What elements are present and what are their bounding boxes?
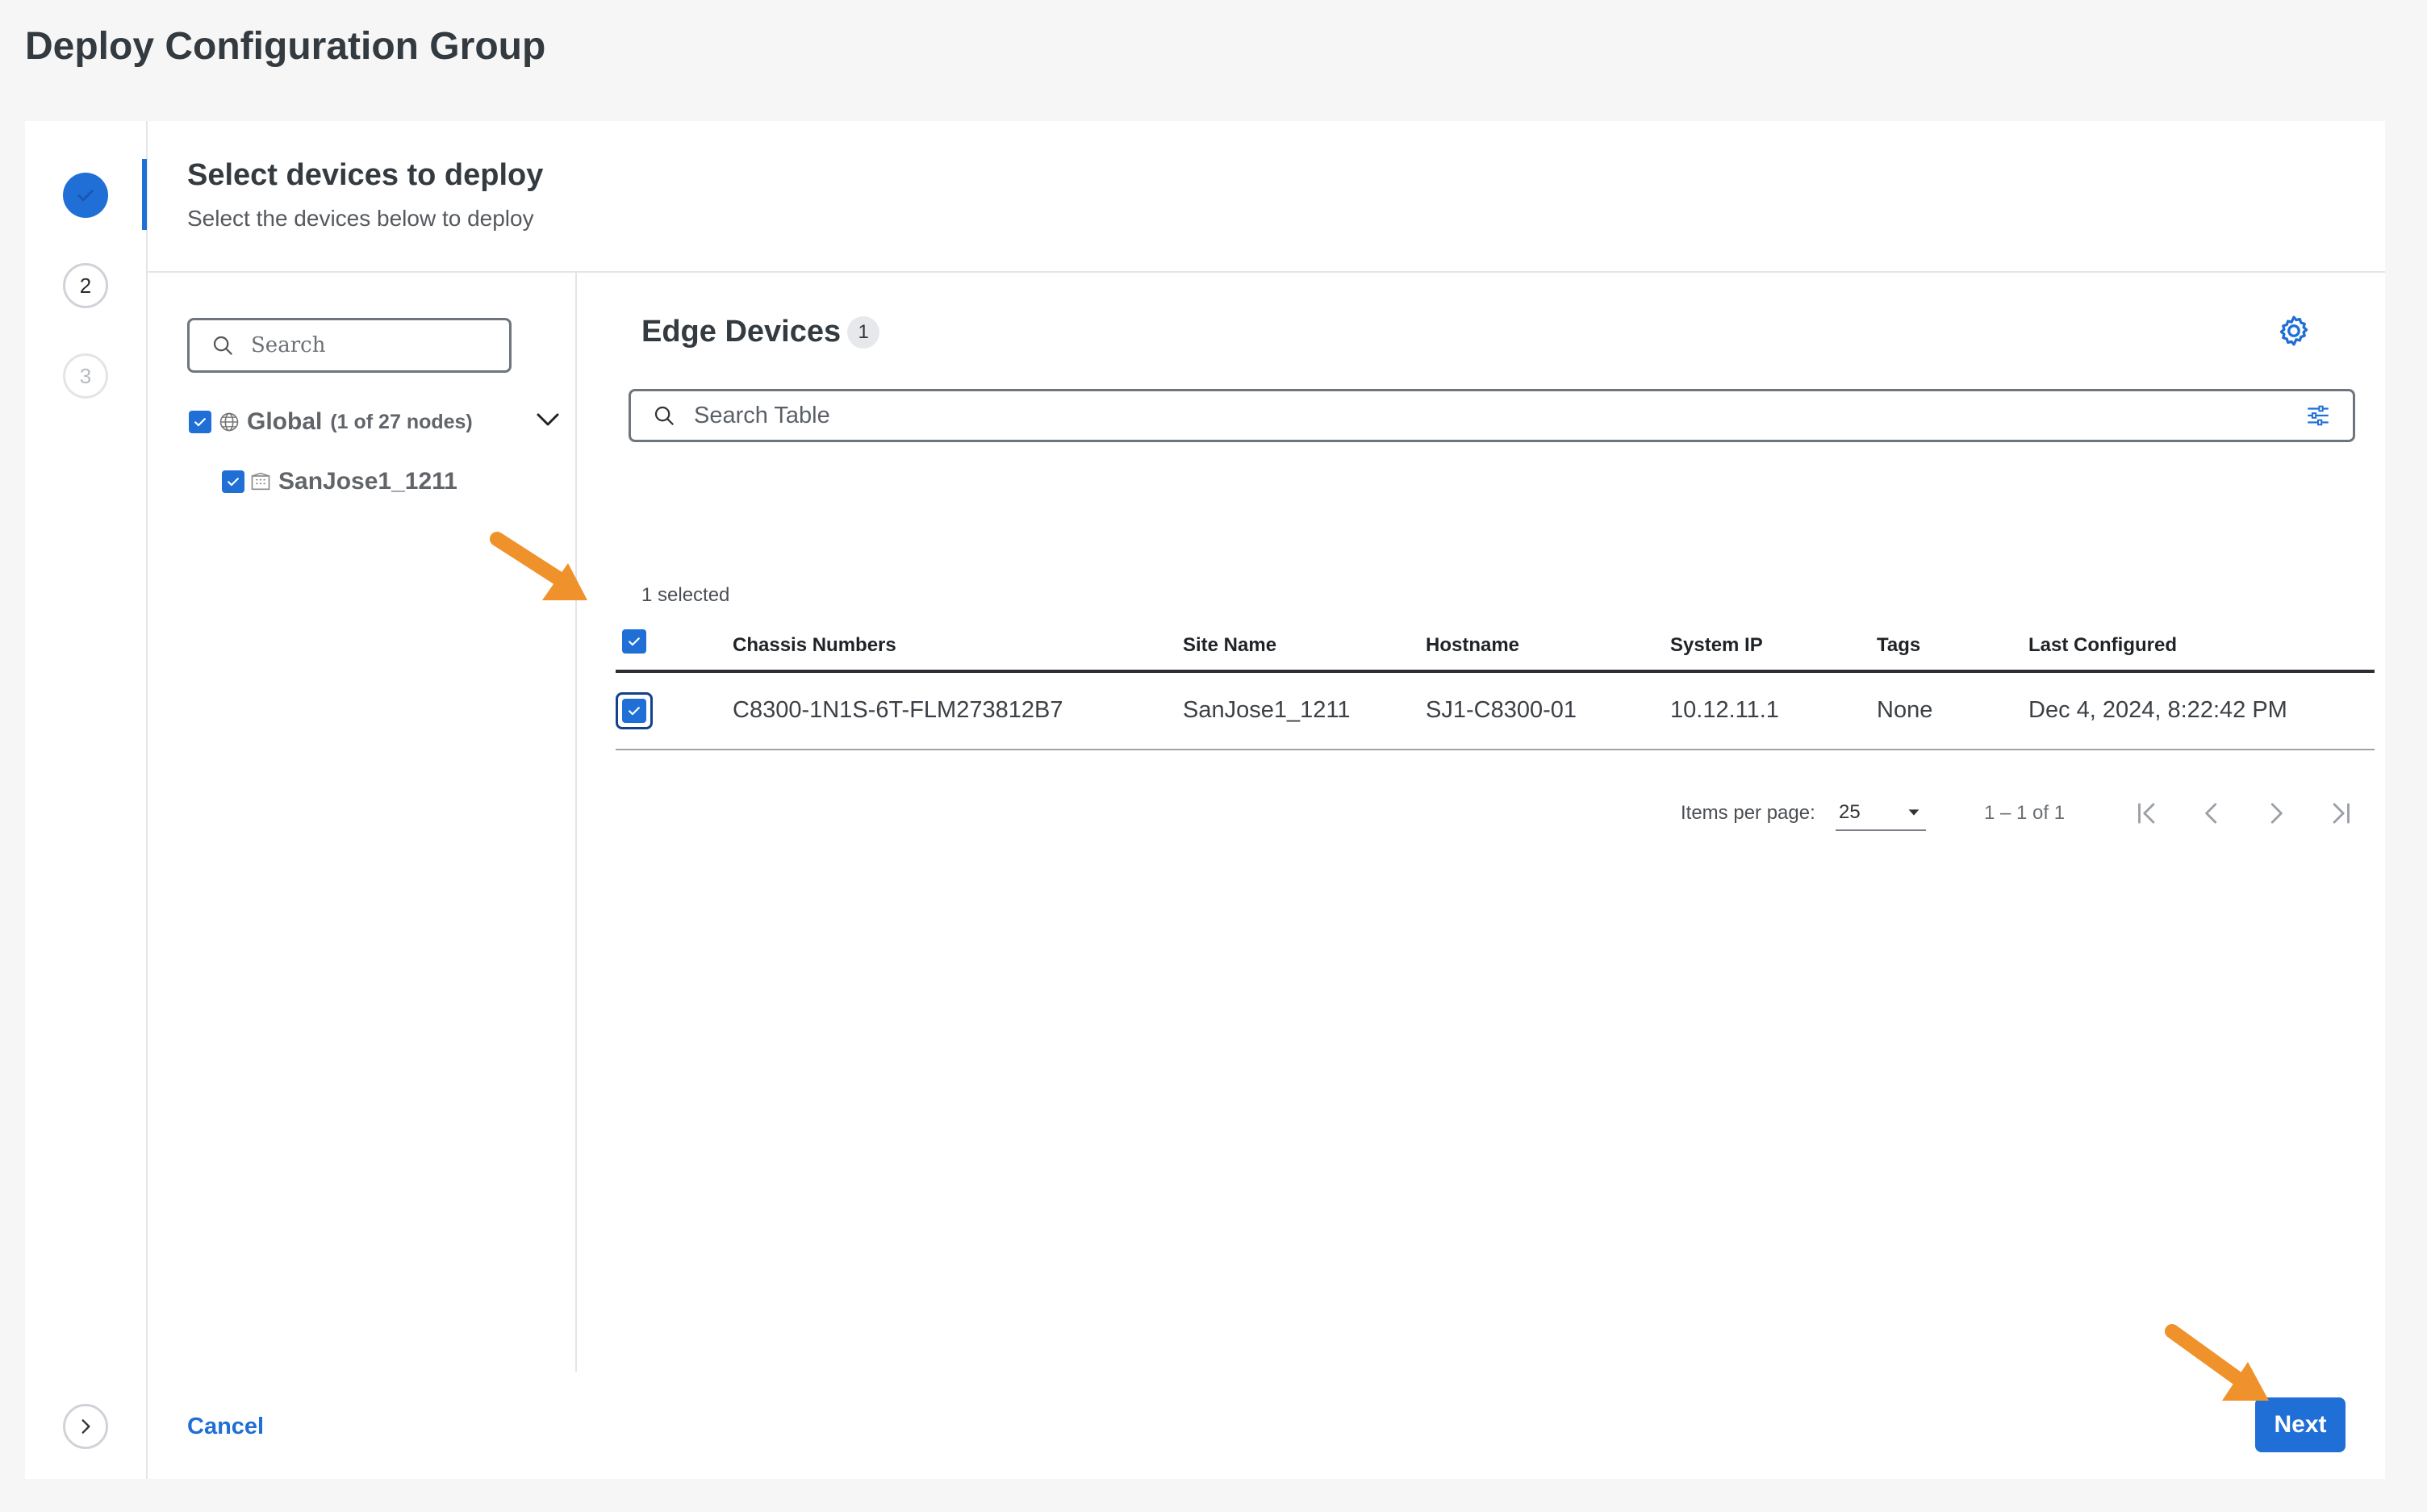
col-hostname[interactable]: Hostname — [1426, 634, 1519, 657]
step-3[interactable]: 3 — [63, 353, 108, 399]
tree-search-input[interactable] — [251, 333, 493, 357]
filter-sliders-icon[interactable] — [2304, 402, 2332, 429]
active-step-indicator — [142, 159, 147, 230]
table-header: Chassis Numbers Site Name Hostname Syste… — [616, 626, 2375, 673]
tree-search-box[interactable] — [187, 318, 512, 373]
previous-page-button[interactable] — [2194, 796, 2229, 831]
selected-count: 1 selected — [641, 584, 730, 606]
check-icon — [228, 478, 239, 487]
row-checkbox-mark — [622, 699, 646, 723]
cell-site-name: SanJose1_1211 — [1183, 697, 1351, 723]
global-checkbox[interactable] — [189, 411, 211, 433]
chevron-right-icon — [2270, 803, 2283, 824]
site-label: SanJose1_1211 — [278, 468, 457, 495]
first-page-icon — [2138, 803, 2155, 824]
expand-rail-button[interactable] — [63, 1404, 108, 1449]
cell-hostname: SJ1-C8300-01 — [1426, 697, 1577, 723]
step-header: Select devices to deploy Select the devi… — [187, 158, 543, 232]
last-page-button[interactable] — [2323, 796, 2358, 831]
step-title: Select devices to deploy — [187, 158, 544, 192]
first-page-button[interactable] — [2129, 796, 2165, 831]
search-icon — [654, 406, 674, 425]
col-chassis-numbers[interactable]: Chassis Numbers — [733, 634, 896, 657]
wizard-card: 2 3 Select devices to deploy Select the … — [25, 121, 2385, 1479]
table-search-input[interactable] — [694, 402, 2304, 429]
chevron-left-icon — [2205, 803, 2217, 824]
table-search-box[interactable] — [629, 389, 2355, 442]
pagination: Items per page: 25 1 – 1 of 1 — [579, 796, 2385, 844]
global-label: Global — [247, 408, 323, 435]
annotation-arrow-icon — [2165, 1324, 2269, 1401]
global-node-count: (1 of 27 nodes) — [330, 410, 473, 433]
page-title: Deploy Configuration Group — [25, 25, 546, 68]
building-icon — [251, 472, 270, 491]
search-icon — [213, 336, 232, 355]
stepper-rail: 2 3 — [25, 121, 148, 1479]
cell-tags: None — [1877, 697, 1933, 723]
cell-chassis-number: C8300-1N1S-6T-FLM273812B7 — [733, 697, 1063, 723]
col-site-name[interactable]: Site Name — [1183, 634, 1276, 657]
step-1-completed[interactable] — [63, 173, 108, 218]
check-icon — [629, 637, 640, 646]
col-last-configured[interactable]: Last Configured — [2028, 634, 2177, 657]
row-checkbox[interactable] — [616, 692, 653, 729]
items-per-page-label: Items per page: — [1681, 802, 1815, 824]
next-page-button[interactable] — [2258, 796, 2294, 831]
caret-down-icon — [1908, 809, 1919, 816]
table-row[interactable]: C8300-1N1S-6T-FLM273812B7 SanJose1_1211 … — [616, 673, 2375, 750]
items-per-page-value: 25 — [1839, 801, 1861, 823]
cell-system-ip: 10.12.11.1 — [1670, 697, 1779, 723]
col-tags[interactable]: Tags — [1877, 634, 1920, 657]
globe-icon — [219, 412, 239, 432]
select-all-checkbox[interactable] — [622, 629, 646, 654]
step-2[interactable]: 2 — [63, 263, 108, 308]
count-badge: 1 — [847, 315, 880, 349]
tree-node-global[interactable]: Global (1 of 27 nodes) — [189, 408, 473, 436]
tree-node-site[interactable]: SanJose1_1211 — [222, 468, 457, 495]
check-icon — [629, 707, 640, 716]
site-tree-pane: Global (1 of 27 nodes) SanJose1_1211 — [148, 273, 577, 1372]
devices-pane: Edge Devices 1 1 selected Chassis Number… — [579, 273, 2385, 1372]
chevron-down-icon[interactable] — [533, 405, 562, 434]
table-title: Edge Devices — [641, 315, 842, 349]
items-per-page-select[interactable]: 25 — [1836, 796, 1926, 831]
check-icon — [77, 190, 94, 202]
chevron-right-icon — [81, 1419, 90, 1434]
cell-last-configured: Dec 4, 2024, 8:22:42 PM — [2028, 697, 2287, 723]
section-title: Edge Devices 1 — [641, 315, 880, 349]
gear-icon[interactable] — [2276, 313, 2312, 349]
annotation-arrow-icon — [490, 532, 587, 600]
step-subtitle: Select the devices below to deploy — [187, 206, 534, 231]
col-system-ip[interactable]: System IP — [1670, 634, 1763, 657]
cancel-button[interactable]: Cancel — [187, 1404, 264, 1449]
site-checkbox[interactable] — [222, 470, 244, 493]
page-range: 1 – 1 of 1 — [1984, 802, 2066, 824]
last-page-icon — [2333, 803, 2350, 824]
check-icon — [194, 418, 206, 427]
